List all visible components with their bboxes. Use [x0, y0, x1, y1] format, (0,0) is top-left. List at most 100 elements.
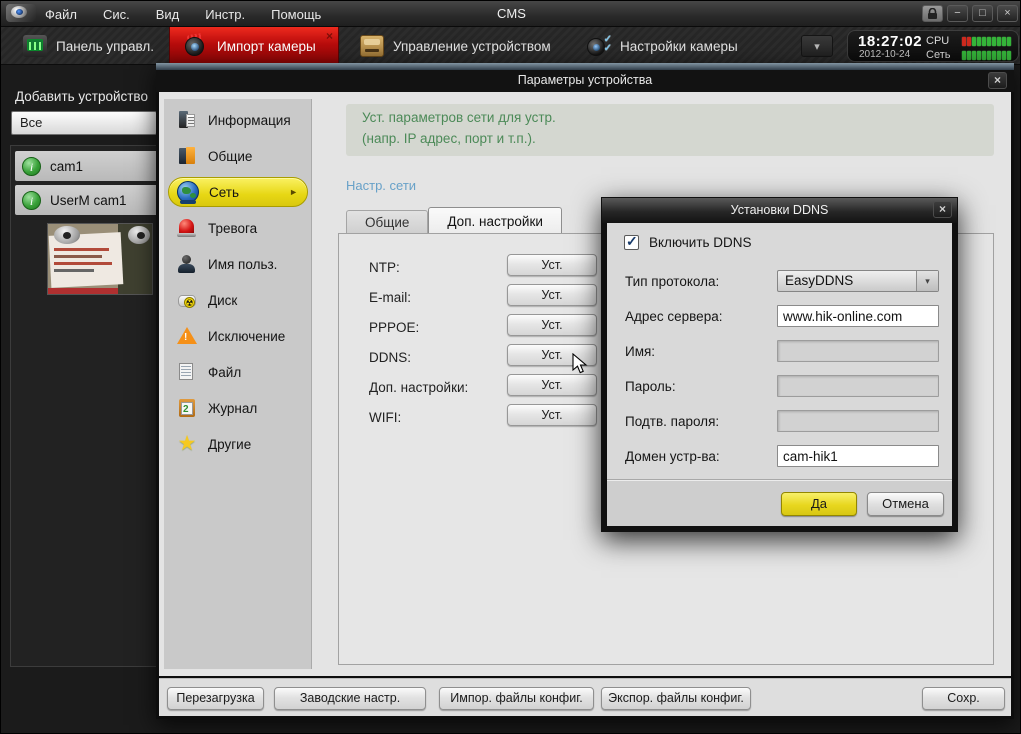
- clock-date: 2012-10-24: [859, 49, 910, 60]
- tab-camera-import[interactable]: Импорт камеры ×: [169, 27, 339, 65]
- sidebar-item-username[interactable]: Имя польз.: [168, 249, 308, 279]
- confirm-password-field: [777, 410, 939, 432]
- lock-icon: [927, 8, 938, 20]
- pppoe-label: PPPOE:: [369, 320, 419, 335]
- alarm-icon: [176, 217, 198, 239]
- clock-time: 18:27:02: [858, 33, 922, 50]
- sidebar-label: Диск: [208, 293, 237, 308]
- menu-help[interactable]: Помощь: [271, 7, 321, 22]
- enable-ddns-checkbox[interactable]: ✓: [624, 235, 639, 250]
- server-address-input[interactable]: [777, 305, 939, 327]
- device-dialog-footer: Перезагрузка Заводские настр. Импор. фай…: [159, 678, 1011, 716]
- sidebar-item-information[interactable]: Информация: [168, 105, 308, 135]
- email-set-button[interactable]: Уст.: [507, 284, 597, 306]
- pppoe-set-button[interactable]: Уст.: [507, 314, 597, 336]
- save-button[interactable]: Сохр.: [922, 687, 1005, 710]
- tab-camera-settings[interactable]: ✓✓ Настройки камеры: [573, 27, 752, 65]
- device-domain-field[interactable]: [777, 445, 939, 467]
- email-label: E-mail:: [369, 290, 411, 305]
- menu-system[interactable]: Сис.: [103, 7, 130, 22]
- lock-button[interactable]: [922, 5, 943, 22]
- menu-tools[interactable]: Инстр.: [205, 7, 245, 22]
- status-panel: 18:27:02 2012-10-24 CPU Сеть: [847, 30, 1019, 62]
- sidebar-item-network[interactable]: Сеть ►: [168, 177, 308, 207]
- sidebar-item-alarm[interactable]: Тревога: [168, 213, 308, 243]
- export-config-button[interactable]: Экспор. файлы конфиг.: [601, 687, 751, 710]
- network-settings-link[interactable]: Настр. сети: [346, 178, 416, 193]
- ddns-dialog-body: ✓ Включить DDNS Тип протокола: EasyDDNS …: [607, 223, 952, 479]
- device-domain-input[interactable]: [777, 445, 939, 467]
- enable-ddns-label: Включить DDNS: [649, 235, 752, 250]
- device-list-item[interactable]: i UserM cam1: [15, 185, 167, 215]
- protocol-type-value: EasyDDNS: [785, 273, 853, 288]
- server-address-label: Адрес сервера:: [625, 309, 722, 324]
- server-address-field[interactable]: [777, 305, 939, 327]
- sidebar-item-others[interactable]: ★ Другие: [168, 429, 308, 459]
- ddns-settings-dialog: Установки DDNS × ✓ Включить DDNS Тип про…: [601, 197, 958, 532]
- tab-advanced-settings[interactable]: Доп. настройки: [428, 207, 562, 234]
- tab-control-panel[interactable]: Панель управл.: [9, 27, 168, 65]
- import-config-button[interactable]: Импор. файлы конфиг.: [439, 687, 594, 710]
- menu-file[interactable]: Файл: [45, 7, 77, 22]
- app-logo-camera-icon: [3, 1, 39, 27]
- password-input: [777, 375, 939, 397]
- device-list-item[interactable]: i cam1: [15, 151, 167, 181]
- more-tabs-caret[interactable]: ▾: [801, 35, 833, 57]
- factory-defaults-button[interactable]: Заводские настр.: [274, 687, 426, 710]
- add-device-title: Добавить устройство: [15, 89, 148, 104]
- info-badge-icon: i: [22, 191, 41, 210]
- protocol-type-select[interactable]: EasyDDNS ▾: [777, 270, 939, 292]
- device-dialog-close-icon[interactable]: ×: [988, 72, 1007, 89]
- ntp-set-button[interactable]: Уст.: [507, 254, 597, 276]
- device-dialog-title: Параметры устройства: [156, 70, 1014, 91]
- tab-label: Управление устройством: [393, 39, 551, 54]
- network-icon: [177, 181, 199, 203]
- cancel-button[interactable]: Отмена: [867, 492, 944, 516]
- advanced-label: Доп. настройки:: [369, 380, 468, 395]
- device-dialog-titlebar[interactable]: Параметры устройства ×: [156, 70, 1014, 92]
- reboot-button[interactable]: Перезагрузка: [167, 687, 264, 710]
- sidebar-item-exception[interactable]: ! Исключение: [168, 321, 308, 351]
- sidebar-label: Другие: [208, 437, 251, 452]
- device-management-icon: [360, 35, 384, 57]
- taskbar: Панель управл. Импорт камеры × Управлени…: [1, 27, 1021, 65]
- wifi-set-button[interactable]: Уст.: [507, 404, 597, 426]
- close-button[interactable]: ×: [997, 5, 1018, 22]
- password-field: [777, 375, 939, 397]
- disk-icon: ☢: [176, 289, 198, 311]
- ddns-dialog-titlebar[interactable]: Установки DDNS ×: [602, 198, 957, 223]
- sidebar-label: Информация: [208, 113, 291, 128]
- menu-view[interactable]: Вид: [156, 7, 180, 22]
- sidebar-item-disk[interactable]: ☢ Диск: [168, 285, 308, 315]
- ok-button[interactable]: Да: [781, 492, 857, 516]
- ddns-dialog-close-icon[interactable]: ×: [933, 201, 952, 218]
- sidebar-item-log[interactable]: 2 Журнал: [168, 393, 308, 423]
- tab-label: Импорт камеры: [217, 39, 316, 54]
- device-filter-dropdown[interactable]: Все: [11, 111, 157, 135]
- sidebar-label: Сеть: [209, 185, 239, 200]
- tab-device-management[interactable]: Управление устройством: [346, 27, 565, 65]
- camera-preview-thumbnail[interactable]: [48, 224, 152, 294]
- network-info-box: Уст. параметров сети для устр. (напр. IP…: [346, 104, 994, 156]
- camera-settings-icon: ✓✓: [587, 35, 611, 57]
- advanced-set-button[interactable]: Уст.: [507, 374, 597, 396]
- chevron-down-icon[interactable]: ▾: [916, 271, 938, 291]
- tab-close-icon[interactable]: ×: [326, 29, 333, 43]
- ddns-dialog-footer: Да Отмена: [607, 479, 952, 526]
- tab-label: Настройки камеры: [620, 39, 738, 54]
- device-name: cam1: [50, 159, 83, 174]
- maximize-button[interactable]: □: [972, 5, 993, 22]
- network-tab-strip: Общие Доп. настройки: [346, 207, 562, 234]
- ddns-dialog-title: Установки DDNS: [602, 198, 957, 222]
- others-icon: ★: [176, 433, 198, 455]
- tab-general[interactable]: Общие: [346, 210, 428, 234]
- sidebar-item-general[interactable]: Общие: [168, 141, 308, 171]
- ddns-label: DDNS:: [369, 350, 411, 365]
- sidebar-label: Файл: [208, 365, 241, 380]
- wifi-label: WIFI:: [369, 410, 401, 425]
- ntp-label: NTP:: [369, 260, 400, 275]
- minimize-button[interactable]: −: [947, 5, 968, 22]
- sidebar-label: Тревога: [208, 221, 257, 236]
- sidebar-item-file[interactable]: Файл: [168, 357, 308, 387]
- tab-label: Панель управл.: [56, 39, 154, 54]
